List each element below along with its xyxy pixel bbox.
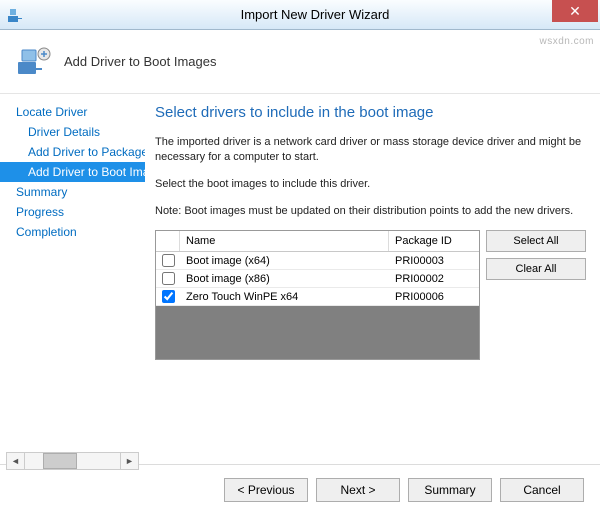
instruction-text-1: The imported driver is a network card dr… <box>155 135 586 165</box>
row-checkbox[interactable] <box>162 290 175 303</box>
wizard-step-title: Add Driver to Boot Images <box>64 54 216 69</box>
nav-driver-details[interactable]: Driver Details <box>0 122 145 142</box>
nav-summary[interactable]: Summary <box>0 182 145 202</box>
nav-add-to-boot-images[interactable]: Add Driver to Boot Images <box>0 162 145 182</box>
row-package-id: PRI00003 <box>389 253 479 269</box>
nav-progress[interactable]: Progress <box>0 202 145 222</box>
instruction-text-2: Select the boot images to include this d… <box>155 177 586 192</box>
row-package-id: PRI00002 <box>389 271 479 287</box>
wizard-step-icon <box>16 44 52 80</box>
sidebar-scrollbar[interactable]: ◄ ► <box>6 452 139 470</box>
row-checkbox[interactable] <box>162 272 175 285</box>
summary-button[interactable]: Summary <box>408 478 492 502</box>
window-title: Import New Driver Wizard <box>30 7 600 22</box>
col-checkbox <box>156 231 180 251</box>
table-row[interactable]: Boot image (x86) PRI00002 <box>156 270 479 288</box>
nav-locate-driver[interactable]: Locate Driver <box>0 102 145 122</box>
watermark: wsxdn.com <box>539 36 594 47</box>
wizard-header: Add Driver to Boot Images <box>0 30 600 94</box>
scroll-thumb[interactable] <box>43 453 77 469</box>
boot-images-table: Name Package ID Boot image (x64) PRI0000… <box>155 230 480 360</box>
row-name: Zero Touch WinPE x64 <box>180 289 389 305</box>
previous-button[interactable]: < Previous <box>224 478 308 502</box>
row-name: Boot image (x86) <box>180 271 389 287</box>
row-name: Boot image (x64) <box>180 253 389 269</box>
scroll-left-icon[interactable]: ◄ <box>7 453 25 469</box>
close-button[interactable]: ✕ <box>552 0 598 22</box>
close-icon: ✕ <box>569 3 581 20</box>
row-package-id: PRI00006 <box>389 289 479 305</box>
wizard-content: Select drivers to include in the boot im… <box>145 94 600 464</box>
select-all-button[interactable]: Select All <box>486 230 586 252</box>
table-header-row: Name Package ID <box>156 231 479 252</box>
page-title: Select drivers to include in the boot im… <box>155 104 586 121</box>
next-button[interactable]: Next > <box>316 478 400 502</box>
row-checkbox[interactable] <box>162 254 175 267</box>
clear-all-button[interactable]: Clear All <box>486 258 586 280</box>
scroll-right-icon[interactable]: ► <box>120 453 138 469</box>
table-row[interactable]: Boot image (x64) PRI00003 <box>156 252 479 270</box>
nav-add-to-packages[interactable]: Add Driver to Packages <box>0 142 145 162</box>
col-package-id[interactable]: Package ID <box>389 231 479 251</box>
wizard-footer: < Previous Next > Summary Cancel <box>0 464 600 514</box>
titlebar: Import New Driver Wizard ✕ <box>0 0 600 30</box>
nav-completion[interactable]: Completion <box>0 222 145 242</box>
wizard-nav: Locate Driver Driver Details Add Driver … <box>0 94 145 464</box>
col-name[interactable]: Name <box>180 231 389 251</box>
table-side-buttons: Select All Clear All <box>486 230 586 360</box>
wizard-body: Locate Driver Driver Details Add Driver … <box>0 94 600 464</box>
instruction-text-3: Note: Boot images must be updated on the… <box>155 204 586 219</box>
app-icon <box>0 7 30 23</box>
table-row[interactable]: Zero Touch WinPE x64 PRI00006 <box>156 288 479 306</box>
cancel-button[interactable]: Cancel <box>500 478 584 502</box>
